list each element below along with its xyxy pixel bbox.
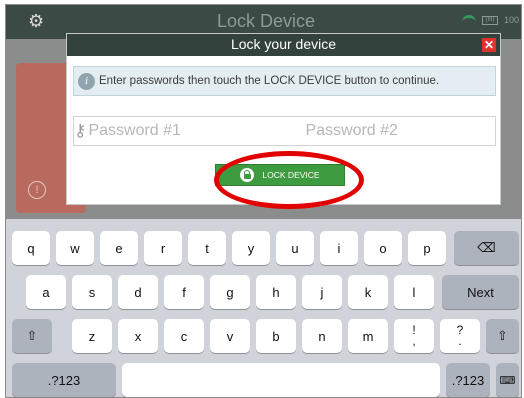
- numbers-key-left[interactable]: .?123: [12, 363, 116, 397]
- shift-key-right[interactable]: ⇧: [486, 319, 519, 353]
- lock-device-label: LOCK DEVICE: [262, 170, 320, 180]
- password-row: ⚷: [73, 116, 513, 146]
- hide-keyboard-key[interactable]: ⌨: [496, 363, 519, 397]
- key-t[interactable]: t: [188, 231, 226, 265]
- key-c[interactable]: c: [164, 319, 204, 353]
- status-area: (III) 100: [461, 15, 519, 25]
- key-j[interactable]: j: [302, 275, 342, 309]
- key-n[interactable]: n: [302, 319, 342, 353]
- key-m[interactable]: m: [348, 319, 388, 353]
- key-a[interactable]: a: [26, 275, 66, 309]
- lock-device-button[interactable]: LOCK DEVICE: [215, 164, 345, 186]
- shift-icon: ⇧: [497, 328, 508, 343]
- key-d[interactable]: d: [118, 275, 158, 309]
- info-icon: !: [28, 181, 46, 199]
- key-l[interactable]: l: [394, 275, 434, 309]
- key-exclamation-comma[interactable]: ! ,: [394, 319, 434, 353]
- backspace-key[interactable]: ⌫: [454, 231, 519, 265]
- key-s[interactable]: s: [72, 275, 112, 309]
- shift-key-left[interactable]: ⇧: [12, 319, 52, 353]
- key-x[interactable]: x: [118, 319, 158, 353]
- info-text: Enter passwords then touch the LOCK DEVI…: [99, 75, 440, 87]
- app-title: Lock Device: [216, 11, 316, 31]
- lock-device-dialog: Lock your device ✕ i Enter passwords the…: [66, 33, 513, 205]
- key-k[interactable]: k: [348, 275, 388, 309]
- battery-percent: 100: [503, 15, 519, 25]
- key-z[interactable]: z: [72, 319, 112, 353]
- key-p[interactable]: p: [408, 231, 446, 265]
- gear-icon[interactable]: ⚙: [28, 11, 48, 31]
- wifi-icon: [461, 15, 476, 25]
- password-2-field[interactable]: [295, 117, 513, 145]
- key-f[interactable]: f: [164, 275, 204, 309]
- space-bar[interactable]: [122, 363, 440, 397]
- key-o[interactable]: o: [364, 231, 402, 265]
- key-q[interactable]: q: [12, 231, 50, 265]
- keyboard-icon: ⌨: [499, 374, 516, 387]
- key-e[interactable]: e: [100, 231, 138, 265]
- backspace-icon: ⌫: [477, 240, 496, 255]
- numbers-key-right[interactable]: .?123: [446, 363, 490, 397]
- dialog-header: Lock your device ✕: [67, 34, 500, 56]
- key-r[interactable]: r: [144, 231, 182, 265]
- dialog-title: Lock your device: [230, 36, 337, 52]
- key-g[interactable]: g: [210, 275, 250, 309]
- shift-icon: ⇧: [26, 328, 38, 343]
- close-icon[interactable]: ✕: [482, 38, 496, 52]
- key-question-period[interactable]: ? .: [440, 319, 480, 353]
- key-b[interactable]: b: [256, 319, 296, 353]
- key-comma-label: ,: [412, 334, 416, 348]
- password-1-field[interactable]: [86, 117, 296, 145]
- onscreen-keyboard: q w e r t y u i o p ⌫ a s d f g h j k l …: [6, 219, 521, 397]
- key-w[interactable]: w: [56, 231, 94, 265]
- key-v[interactable]: v: [210, 319, 250, 353]
- key-y[interactable]: y: [232, 231, 270, 265]
- lock-icon: [240, 168, 255, 182]
- info-banner: i Enter passwords then touch the LOCK DE…: [73, 66, 496, 96]
- info-circle-icon: i: [78, 72, 95, 90]
- key-period-label: .: [458, 334, 462, 348]
- next-key[interactable]: Next: [442, 275, 519, 309]
- key-h[interactable]: h: [256, 275, 296, 309]
- screen-frame: ⚙ Lock Device (III) 100 ! Lock your devi…: [5, 4, 522, 398]
- key-u[interactable]: u: [276, 231, 314, 265]
- key-i[interactable]: i: [320, 231, 358, 265]
- battery-icon: (III): [481, 15, 498, 25]
- key-icon: ⚷: [74, 121, 87, 140]
